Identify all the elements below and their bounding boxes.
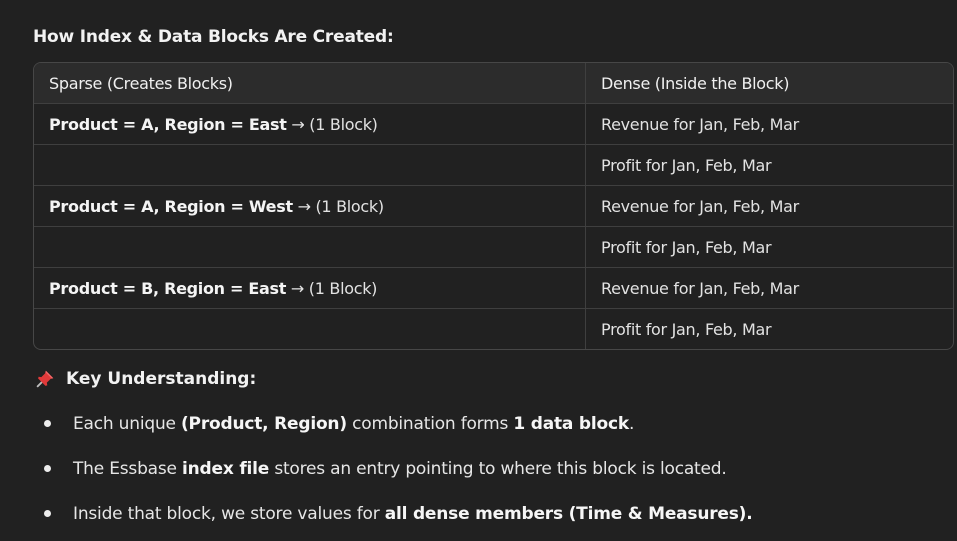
key-understanding-heading: Key Understanding:: [34, 368, 256, 390]
list-item-text: The Essbase index file stores an entry p…: [73, 446, 727, 492]
text-segment: combination forms: [346, 413, 514, 434]
text-segment: stores an entry pointing to where this b…: [269, 458, 727, 479]
dense-cell: Profit for Jan, Feb, Mar: [601, 319, 772, 339]
key-understanding-title: Key Understanding:: [66, 369, 257, 389]
list-item-text: Inside that block, we store values for a…: [73, 491, 753, 537]
text-segment: .: [628, 413, 635, 434]
sparse-cell-rest: → (1 Block): [286, 278, 378, 298]
list-item: The Essbase index file stores an entry p…: [44, 446, 753, 491]
dense-cell: Revenue for Jan, Feb, Mar: [585, 103, 953, 145]
bold-segment: 1 data block: [513, 413, 629, 434]
bullet-icon: [44, 465, 51, 472]
bullet-icon: [44, 510, 51, 517]
section-heading: How Index & Data Blocks Are Created:: [33, 27, 394, 47]
bold-segment: (Product, Region): [180, 413, 347, 434]
blocks-table: Sparse (Creates Blocks) Dense (Inside th…: [33, 62, 954, 350]
sparse-cell-bold: Product = A, Region = West: [49, 196, 293, 216]
sparse-cell: Product = B, Region = East → (1 Block): [34, 267, 586, 309]
dense-cell: Profit for Jan, Feb, Mar: [585, 144, 953, 186]
column-header-sparse: Sparse (Creates Blocks): [34, 63, 586, 104]
table-row: Product = A, Region = West → (1 Block) R…: [34, 185, 953, 227]
sparse-cell-rest: → (1 Block): [286, 114, 378, 134]
table-header-row: Sparse (Creates Blocks) Dense (Inside th…: [34, 63, 953, 104]
table-row: Product = B, Region = East → (1 Block) R…: [34, 267, 953, 309]
text-segment: Inside that block, we store values for: [73, 503, 385, 524]
pushpin-icon: [36, 370, 54, 388]
key-points-list: Each unique (Product, Region) combinatio…: [44, 401, 753, 536]
bold-segment: all dense members (Time & Measures).: [384, 503, 753, 524]
table-row: Product = A, Region = East → (1 Block) R…: [34, 103, 953, 145]
dense-cell: Revenue for Jan, Feb, Mar: [585, 267, 953, 309]
dense-cell: Revenue for Jan, Feb, Mar: [585, 185, 953, 227]
sparse-cell: [34, 144, 586, 186]
list-item: Inside that block, we store values for a…: [44, 491, 753, 536]
sparse-cell: Product = A, Region = East → (1 Block): [34, 103, 586, 145]
dense-cell: Profit for Jan, Feb, Mar: [585, 226, 953, 268]
table-row: Profit for Jan, Feb, Mar: [34, 226, 953, 268]
table-row: Profit for Jan, Feb, Mar: [34, 144, 953, 186]
sparse-cell-rest: → (1 Block): [292, 196, 385, 216]
sparse-cell-bold: Product = A, Region = East: [49, 114, 287, 134]
sparse-cell-bold: Product = B, Region = East: [49, 278, 287, 298]
sparse-cell: [34, 308, 586, 349]
list-item-text: Each unique (Product, Region) combinatio…: [73, 401, 634, 447]
sparse-cell: Product = A, Region = West → (1 Block): [34, 185, 586, 227]
list-item: Each unique (Product, Region) combinatio…: [44, 401, 753, 446]
text-segment: Each unique: [73, 413, 181, 434]
bold-segment: index file: [182, 458, 270, 479]
text-segment: The Essbase: [73, 458, 183, 479]
bullet-icon: [44, 420, 51, 427]
sparse-cell: [34, 226, 586, 268]
column-header-dense: Dense (Inside the Block): [585, 63, 953, 104]
table-row: Profit for Jan, Feb, Mar: [34, 308, 953, 349]
